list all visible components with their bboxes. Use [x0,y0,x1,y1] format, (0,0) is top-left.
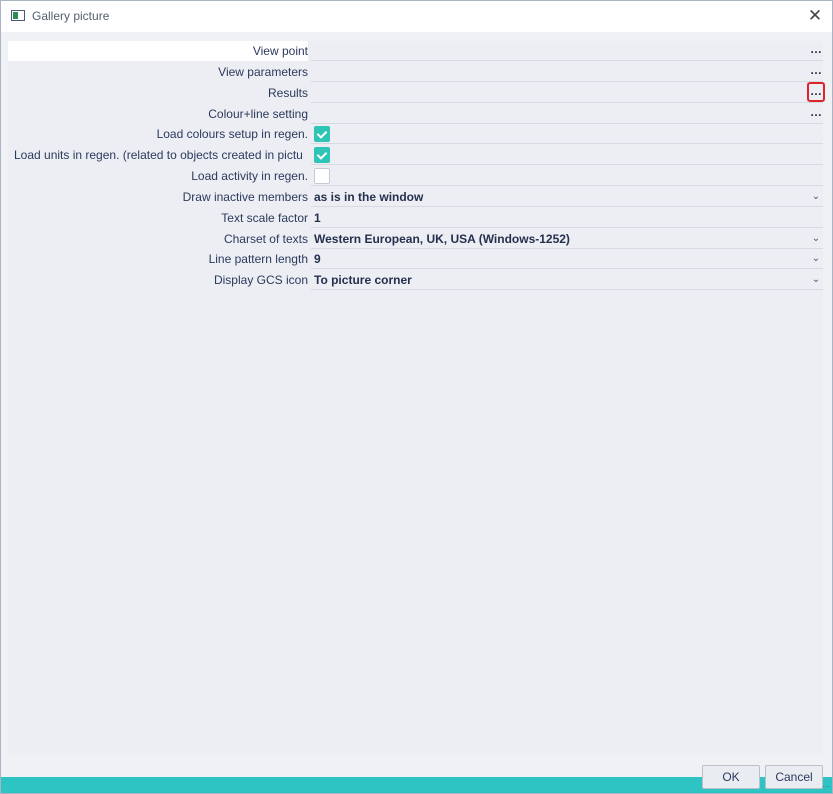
row-charset-of-texts: Charset of texts Western European, UK, U… [8,229,823,249]
load-activity-value [311,166,823,186]
row-load-units: Load units in regen. (related to objects… [8,145,823,165]
dialog-window: Gallery picture ✕ View point … View para… [0,0,833,794]
row-load-activity: Load activity in regen. [8,166,823,186]
line-pattern-length-select[interactable]: 9 ⌄ [311,249,823,269]
load-colours-label: Load colours setup in regen. [156,127,308,141]
window-title: Gallery picture [32,9,110,23]
view-point-dots-button[interactable]: … [809,41,823,60]
display-gcs-icon-label: Display GCS icon [213,273,308,287]
row-colour-line-setting: Colour+line setting … [8,104,823,124]
row-text-scale-factor: Text scale factor 1 [8,208,823,228]
title-bar: Gallery picture ✕ [1,1,832,32]
row-view-parameters: View parameters … [8,62,823,82]
row-line-pattern-length: Line pattern length 9 ⌄ [8,249,823,269]
text-scale-factor-field[interactable]: 1 [311,208,823,228]
load-units-value [311,145,823,165]
load-colours-value [311,124,823,144]
charset-of-texts-label: Charset of texts [223,232,308,246]
load-colours-checkbox[interactable] [314,126,330,142]
draw-inactive-members-label: Draw inactive members [182,190,308,204]
colour-line-setting-value[interactable]: … [311,104,823,124]
colour-line-setting-dots-button[interactable]: … [809,104,823,123]
results-label: Results [267,86,308,100]
load-units-label: Load units in regen. (related to objects… [14,148,303,162]
charset-of-texts-value: Western European, UK, USA (Windows-1252) [314,232,570,246]
results-value[interactable]: … [311,82,825,103]
row-view-point: View point … [8,41,823,61]
chevron-down-icon[interactable]: ⌄ [809,187,823,207]
view-parameters-label: View parameters [218,65,308,79]
display-gcs-icon-select[interactable]: To picture corner ⌄ [311,270,823,290]
resize-grip-icon[interactable]: ⋯ [822,782,830,791]
ok-button[interactable]: OK [702,765,760,789]
line-pattern-length-value: 9 [314,252,321,266]
cancel-button[interactable]: Cancel [765,765,823,789]
view-point-value[interactable]: … [311,41,823,61]
row-load-colours: Load colours setup in regen. [8,124,823,144]
row-display-gcs-icon: Display GCS icon To picture corner ⌄ [8,270,823,290]
property-grid: View point … View parameters … Results …… [8,41,825,753]
results-dots-button[interactable]: … [807,82,825,102]
window-icon [11,10,25,21]
view-point-label: View point [8,41,308,61]
charset-of-texts-select[interactable]: Western European, UK, USA (Windows-1252)… [311,229,823,249]
text-scale-factor-value: 1 [314,211,321,225]
load-activity-label: Load activity in regen. [191,169,308,183]
display-gcs-icon-value: To picture corner [314,273,412,287]
text-scale-factor-label: Text scale factor [221,211,308,225]
row-results: Results … [8,82,825,103]
load-activity-checkbox[interactable] [314,168,330,184]
load-units-checkbox[interactable] [314,147,330,163]
colour-line-setting-label: Colour+line setting [208,107,308,121]
close-icon[interactable]: ✕ [798,1,832,32]
view-parameters-dots-button[interactable]: … [809,62,823,81]
draw-inactive-members-value: as is in the window [314,190,424,204]
chevron-down-icon[interactable]: ⌄ [809,229,823,249]
chevron-down-icon[interactable]: ⌄ [809,249,823,269]
row-draw-inactive-members: Draw inactive members as is in the windo… [8,187,823,207]
draw-inactive-members-select[interactable]: as is in the window ⌄ [311,187,823,207]
view-parameters-value[interactable]: … [311,62,823,82]
line-pattern-length-label: Line pattern length [208,252,308,266]
chevron-down-icon[interactable]: ⌄ [809,270,823,290]
